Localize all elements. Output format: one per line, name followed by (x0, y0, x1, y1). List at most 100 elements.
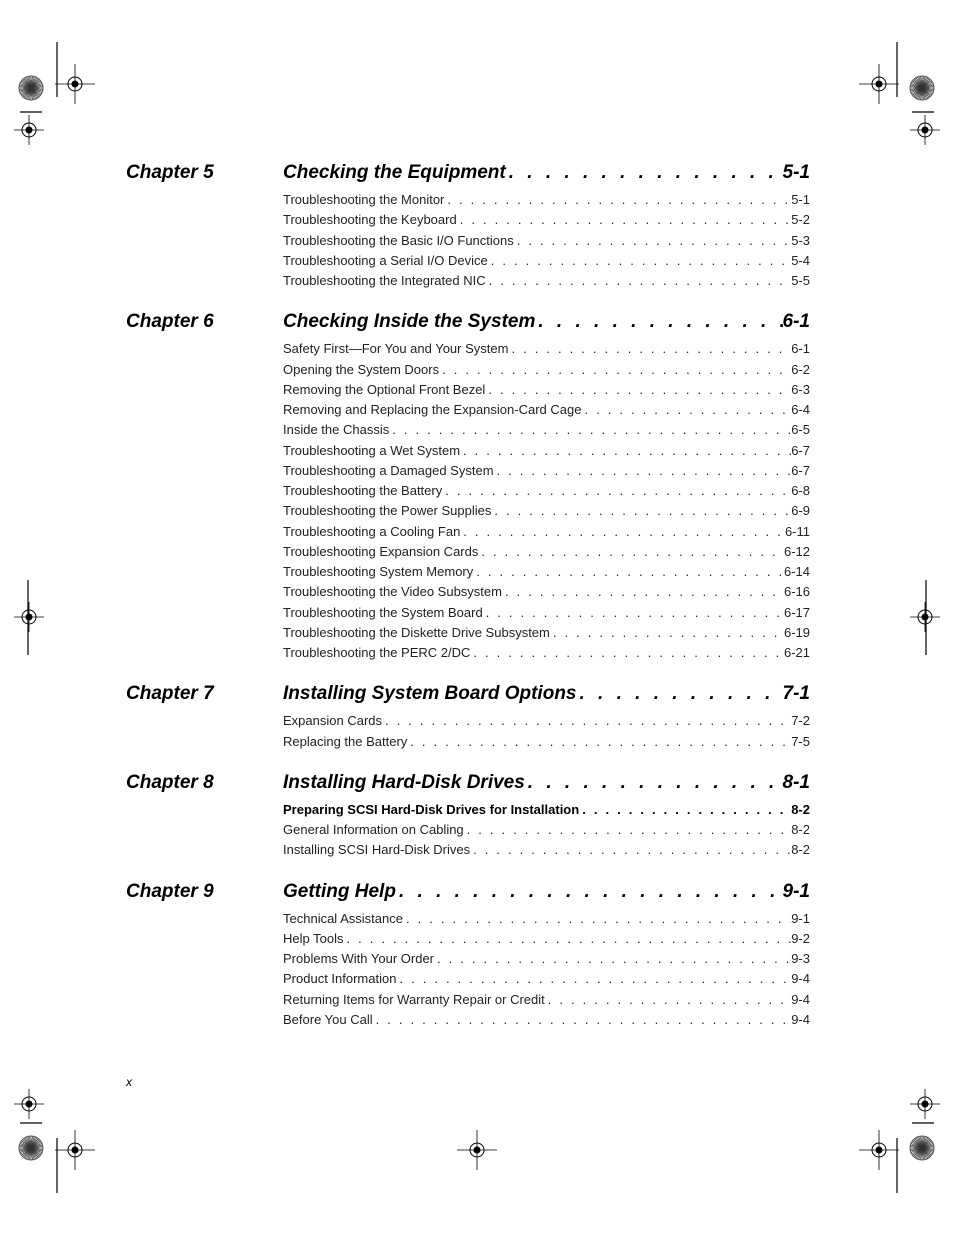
chapter-page: 8-1 (782, 771, 810, 793)
entry-title: Installing SCSI Hard-Disk Drives (283, 842, 471, 858)
dot-leader: . . . . . . . . . . . . . . . . . . . . … (463, 523, 785, 539)
dot-leader: . . . . . . . . . . . . . . . . . . . . … (552, 624, 784, 640)
entry-title: Troubleshooting the Integrated NIC (283, 273, 486, 288)
chapter-title-link[interactable]: Installing System Board Options . . . . … (283, 684, 810, 711)
toc-entry[interactable]: Troubleshooting Expansion Cards . . . . … (283, 542, 810, 562)
dot-leader: . . . . . . . . . . . . . . . . . . . . … (447, 192, 791, 207)
dot-leader: . . . . . . . . . . . . . . . . . . . . … (473, 842, 791, 858)
toc-entry[interactable]: Expansion Cards . . . . . . . . . . . . … (283, 711, 810, 731)
toc-entry[interactable]: Troubleshooting the Battery . . . . . . … (283, 481, 810, 501)
entry-title: Returning Items for Warranty Repair or C… (283, 991, 545, 1007)
toc-entry[interactable]: Troubleshooting a Cooling Fan . . . . . … (283, 522, 810, 542)
entry-page: 5-1 (791, 192, 810, 207)
toc-entry[interactable]: Troubleshooting a Damaged System . . . .… (283, 461, 810, 481)
toc-entry[interactable]: Troubleshooting System Memory . . . . . … (283, 562, 810, 582)
dot-leader: . . . . . . . . . . . . . . . . . . . . … (473, 645, 784, 660)
dot-leader: . . . . . . . . . . . . . . . . . . . . … (527, 772, 783, 793)
toc-entry[interactable]: Troubleshooting the Monitor . . . . . . … (283, 190, 810, 210)
entry-page: 9-4 (791, 1011, 810, 1027)
toc-entry[interactable]: Troubleshooting the Integrated NIC . . .… (283, 271, 810, 291)
toc-entry[interactable]: Returning Items for Warranty Repair or C… (283, 990, 810, 1010)
chapter-title: Installing Hard-Disk Drives (283, 771, 525, 793)
dot-leader: . . . . . . . . . . . . . . . . . . . . … (488, 381, 791, 397)
toc-entry[interactable]: Troubleshooting the System Board . . . .… (283, 603, 810, 623)
entry-title: Troubleshooting the Power Supplies (283, 503, 492, 519)
toc-entry[interactable]: Troubleshooting a Wet System . . . . . .… (283, 441, 810, 461)
toc-entry[interactable]: Removing and Replacing the Expansion-Car… (283, 400, 810, 420)
chapter-page: 9-1 (782, 880, 810, 902)
entry-title: Troubleshooting Expansion Cards (283, 543, 479, 559)
toc-entry[interactable]: Product Information . . . . . . . . . . … (283, 969, 810, 989)
toc-entry[interactable]: Troubleshooting the Keyboard . . . . . .… (283, 210, 810, 230)
entry-page: 6-9 (791, 503, 810, 519)
toc-entry[interactable]: Replacing the Battery . . . . . . . . . … (283, 732, 810, 752)
star-target-icon (909, 1135, 935, 1161)
chapter-title: Checking the Equipment (283, 162, 506, 183)
dot-leader: . . . . . . . . . . . . . . . . . . . . … (508, 163, 783, 183)
entry-page: 9-3 (791, 951, 810, 966)
toc-entry[interactable]: Inside the Chassis . . . . . . . . . . .… (283, 420, 810, 440)
dot-leader: . . . . . . . . . . . . . . . . . . . . … (399, 971, 791, 987)
toc-entry[interactable]: Before You Call . . . . . . . . . . . . … (283, 1010, 810, 1030)
entry-page: 6-19 (783, 624, 810, 640)
chapter-title-link[interactable]: Installing Hard-Disk Drives . . . . . . … (283, 771, 810, 800)
toc-entry[interactable]: Installing SCSI Hard-Disk Drives . . . .… (283, 840, 810, 860)
toc-entry[interactable]: Preparing SCSI Hard-Disk Drives for Inst… (283, 800, 810, 820)
chapter-title: Installing System Board Options (283, 683, 577, 705)
toc-entry[interactable]: Help Tools . . . . . . . . . . . . . . .… (283, 929, 810, 949)
dot-leader: . . . . . . . . . . . . . . . . . . . . … (375, 1011, 792, 1027)
registration-mark-icon (859, 64, 899, 104)
dot-leader: . . . . . . . . . . . . . . . . . . . . … (511, 341, 791, 357)
toc-entry[interactable]: Safety First—For You and Your System . .… (283, 339, 810, 359)
dot-leader: . . . . . . . . . . . . . . . . . . . . … (494, 503, 791, 519)
entry-page: 6-2 (791, 361, 810, 377)
toc-entry[interactable]: Troubleshooting the Video Subsystem . . … (283, 582, 810, 602)
chapter-title-link[interactable]: Checking Inside the System . . . . . . .… (283, 312, 810, 339)
chapter-label: Chapter 5 (126, 162, 214, 183)
table-of-contents: Chapter 5 Checking the Equipment . . . .… (0, 163, 954, 1051)
entry-title: Troubleshooting a Wet System (283, 442, 461, 458)
dot-leader: . . . . . . . . . . . . . . . . . . . . … (481, 543, 784, 559)
toc-entry[interactable]: Opening the System Doors . . . . . . . .… (283, 360, 810, 380)
chapter-title-link[interactable]: Getting Help . . . . . . . . . . . . . .… (283, 880, 810, 909)
entry-page: 6-11 (784, 523, 810, 539)
entry-title: Technical Assistance (283, 910, 403, 926)
entry-title: Preparing SCSI Hard-Disk Drives for Inst… (283, 801, 580, 817)
dot-leader: . . . . . . . . . . . . . . . . . . . . … (405, 910, 791, 926)
entry-title: Replacing the Battery (283, 733, 408, 749)
entry-page: 6-1 (791, 341, 810, 357)
toc-entry[interactable]: Troubleshooting the Diskette Drive Subsy… (283, 623, 810, 643)
toc-entry[interactable]: General Information on Cabling . . . . .… (283, 820, 810, 840)
toc-entry[interactable]: Problems With Your Order . . . . . . . .… (283, 949, 810, 969)
chapter-page: 7-1 (782, 683, 810, 705)
entry-title: Product Information (283, 971, 397, 987)
toc-entry[interactable]: Troubleshooting the Power Supplies . . .… (283, 501, 810, 521)
entry-title: General Information on Cabling (283, 822, 464, 837)
registration-mark-icon (55, 1130, 95, 1170)
dot-leader: . . . . . . . . . . . . . . . . . . . . … (490, 252, 791, 268)
entry-page: 6-5 (791, 422, 810, 438)
entry-page: 8-2 (791, 801, 810, 817)
dot-leader: . . . . . . . . . . . . . . . . . . . . … (496, 462, 792, 478)
entry-page: 7-5 (791, 733, 810, 749)
dot-leader: . . . . . . . . . . . . . . . . . . . . … (547, 991, 791, 1007)
dot-leader: . . . . . . . . . . . . . . . . . . . . … (582, 801, 791, 817)
dot-leader: . . . . . . . . . . . . . . . . . . . . … (346, 930, 791, 946)
entry-page: 6-3 (791, 381, 810, 397)
dot-leader: . . . . . . . . . . . . . . . . . . . . … (442, 361, 791, 377)
star-target-icon (18, 75, 44, 101)
dot-leader: . . . . . . . . . . . . . . . . . . . . … (466, 822, 792, 837)
toc-entry[interactable]: Troubleshooting the PERC 2/DC . . . . . … (283, 643, 810, 663)
dot-leader: . . . . . . . . . . . . . . . . . . . . … (485, 604, 784, 620)
registration-mark-icon (910, 115, 940, 145)
toc-entry[interactable]: Technical Assistance . . . . . . . . . .… (283, 909, 810, 929)
toc-entry[interactable]: Removing the Optional Front Bezel . . . … (283, 380, 810, 400)
chapter-label: Chapter 9 (126, 880, 214, 902)
dot-leader: . . . . . . . . . . . . . . . . . . . . … (476, 564, 784, 579)
chapter-label: Chapter 7 (126, 683, 214, 705)
chapter-title-link[interactable]: Checking the Equipment . . . . . . . . .… (283, 163, 810, 190)
entry-page: 6-16 (783, 584, 810, 600)
toc-entry[interactable]: Troubleshooting the Basic I/O Functions … (283, 231, 810, 251)
dot-leader: . . . . . . . . . . . . . . . . . . . . … (437, 951, 792, 966)
toc-entry[interactable]: Troubleshooting a Serial I/O Device . . … (283, 251, 810, 271)
